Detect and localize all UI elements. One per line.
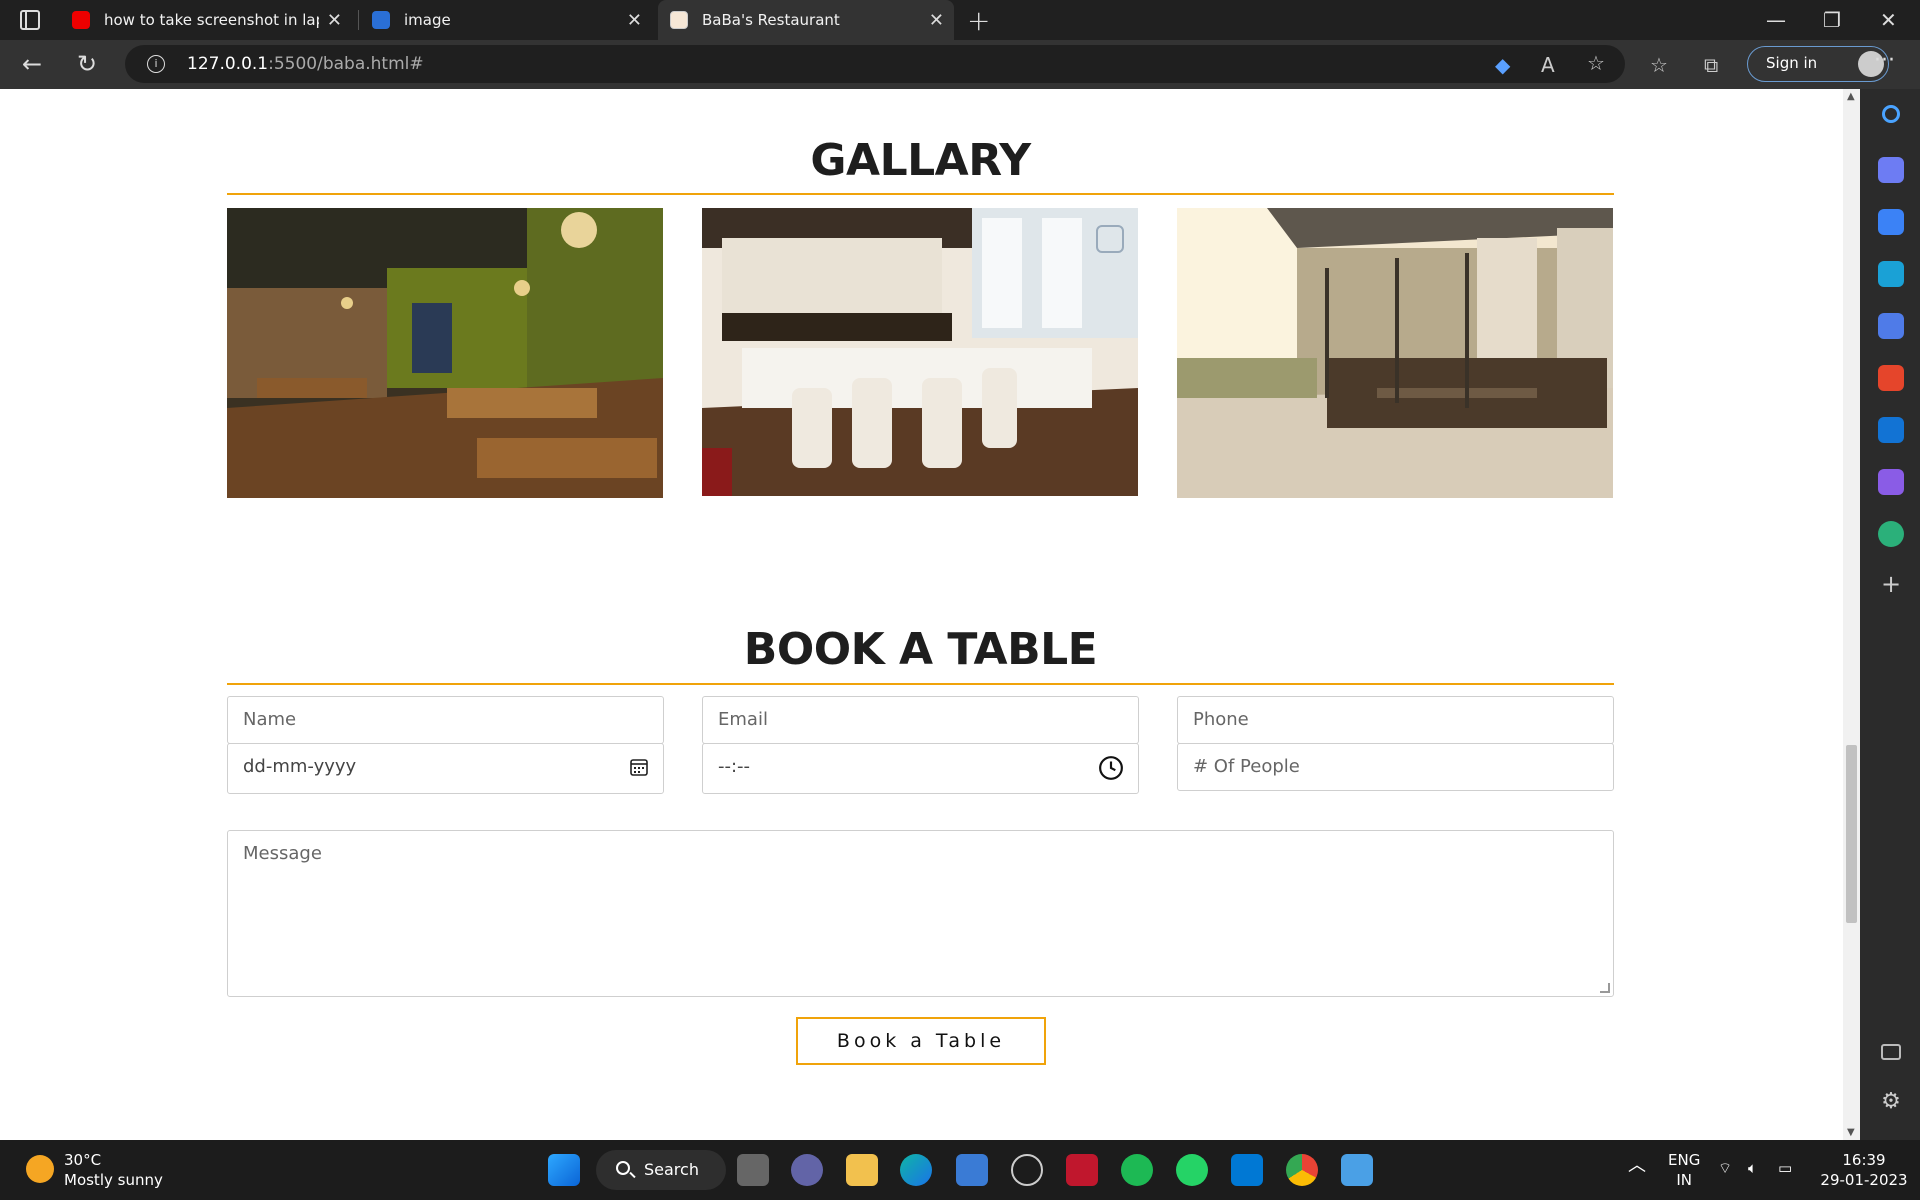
tab-babas-restaurant[interactable]: BaBa's Restaurant ✕ [658,0,954,40]
time-input[interactable]: --:-- [702,743,1139,794]
teams-chat-icon[interactable] [791,1154,823,1186]
scroll-up-icon[interactable]: ▲ [1847,91,1855,102]
weather-icon [26,1155,54,1183]
collections-icon[interactable]: ⧉ [1704,53,1718,77]
office-icon[interactable] [1878,365,1904,391]
tree-icon[interactable] [1878,521,1904,547]
name-input[interactable]: Name [227,696,664,744]
weather-temp: 30°C [64,1151,102,1169]
vscode-icon[interactable] [1231,1154,1263,1186]
close-icon[interactable]: ✕ [327,10,342,31]
scrollbar-thumb[interactable] [1846,745,1857,923]
book-table-title: BOOK A TABLE [743,624,1098,675]
weather-desc: Mostly sunny [64,1171,163,1189]
book-table-underline [227,683,1614,685]
info-icon[interactable]: i [147,55,165,73]
outlook-icon[interactable] [1878,417,1904,443]
show-hidden-icons[interactable]: ︿ [1628,1156,1646,1176]
back-button[interactable]: ← [22,50,42,78]
phone-input[interactable]: Phone [1177,696,1614,744]
designer-icon[interactable] [1878,469,1904,495]
tools-icon[interactable] [1878,261,1904,287]
store-icon[interactable] [956,1154,988,1186]
clock-icon[interactable] [1098,755,1124,781]
address-bar[interactable]: i 127.0.0.1:5500/baba.html# ◆ A ☆ [125,45,1625,83]
close-icon[interactable]: ✕ [929,10,944,31]
email-input[interactable]: Email [702,696,1139,744]
url-text: 127.0.0.1:5500/baba.html# [187,54,424,74]
whatsapp-icon[interactable] [1176,1154,1208,1186]
dell-icon[interactable] [1011,1154,1043,1186]
windows-start-icon[interactable] [548,1154,580,1186]
add-icon[interactable]: + [1878,571,1904,597]
tab-title: how to take screenshot in laptop [104,11,319,29]
shopping-tag-icon[interactable]: ◆ [1495,53,1510,77]
gallery-image-2[interactable] [702,208,1138,496]
browser-tab-bar: how to take screenshot in laptop ✕ image… [0,0,1920,40]
date-placeholder: dd-mm-yyyy [243,756,357,777]
gallery-image-1[interactable] [227,208,663,498]
clock[interactable]: 16:39 29-01-2023 [1816,1150,1912,1190]
book-table-button[interactable]: Book a Table [796,1017,1046,1065]
people-input[interactable]: # Of People [1177,743,1614,791]
notepad-icon[interactable] [1341,1154,1373,1186]
tab-divider [358,10,359,30]
browser-toolbar: ← ↻ i 127.0.0.1:5500/baba.html# ◆ A ☆ ☆ … [0,40,1920,89]
edge-sidebar: + ⚙ [1860,89,1920,1140]
refresh-button[interactable]: ↻ [77,50,97,78]
new-tab-button[interactable]: + [967,4,990,37]
time-text: 16:39 [1842,1151,1886,1169]
tab-actions-icon[interactable] [20,10,40,30]
favorites-icon[interactable]: ☆ [1650,53,1668,77]
more-options-icon[interactable]: ··· [1874,48,1895,73]
hide-sidebar-icon[interactable] [1881,1044,1901,1060]
date-text: 29-01-2023 [1820,1171,1908,1189]
volume-icon[interactable]: 🔈︎ [1748,1158,1757,1178]
read-aloud-icon[interactable]: A [1541,53,1555,77]
shopping-icon[interactable] [1878,209,1904,235]
battery-icon[interactable]: ▭ [1778,1158,1792,1178]
tab-youtube[interactable]: how to take screenshot in laptop ✕ [62,0,352,40]
edge-icon[interactable] [900,1154,932,1186]
webpage-viewport: GALLARY BOOK A TABLE Name Email Phone dd… [0,89,1843,1140]
chrome-icon[interactable] [1286,1154,1318,1186]
windows-taskbar: 30°C Mostly sunny Search ︿ ENG IN ⌔ 🔈︎ ▭ 1… [0,1140,1920,1200]
settings-icon[interactable]: ⚙ [1878,1089,1904,1115]
sign-in-button[interactable]: Sign in [1747,46,1889,82]
favorite-add-icon[interactable]: ☆ [1587,51,1605,75]
message-placeholder: Message [243,843,322,864]
page-scrollbar[interactable]: ▲ ▼ [1843,89,1860,1140]
scroll-down-icon[interactable]: ▼ [1847,1127,1855,1138]
minimize-button[interactable]: — [1766,8,1786,32]
date-input[interactable]: dd-mm-yyyy [227,743,664,794]
tab-title: BaBa's Restaurant [702,11,840,29]
language-indicator[interactable]: ENG IN [1668,1150,1700,1190]
calendar-icon[interactable] [629,757,649,777]
gallery-title: GALLARY [810,135,1031,186]
taskbar-search[interactable]: Search [596,1150,726,1190]
wifi-icon[interactable]: ⌔ [1718,1158,1732,1178]
gallery-underline [227,193,1614,195]
restore-button[interactable]: ❐ [1823,8,1841,32]
search-icon [616,1161,630,1175]
copilot-icon[interactable] [1878,157,1904,183]
task-view-icon[interactable] [737,1154,769,1186]
spotify-icon[interactable] [1121,1154,1153,1186]
gallery-image-3[interactable] [1177,208,1613,498]
search-icon[interactable] [1882,105,1900,123]
games-icon[interactable] [1878,313,1904,339]
website-icon [372,11,390,29]
close-window-button[interactable]: ✕ [1880,8,1897,32]
youtube-icon [72,11,90,29]
message-textarea[interactable]: Message [227,830,1614,997]
page-icon [670,11,688,29]
tab-image[interactable]: image ✕ [362,0,652,40]
resize-handle[interactable] [1600,983,1610,993]
mcafee-icon[interactable] [1066,1154,1098,1186]
time-placeholder: --:-- [718,756,751,777]
tab-title: image [404,11,451,29]
close-icon[interactable]: ✕ [627,10,642,31]
file-explorer-icon[interactable] [846,1154,878,1186]
